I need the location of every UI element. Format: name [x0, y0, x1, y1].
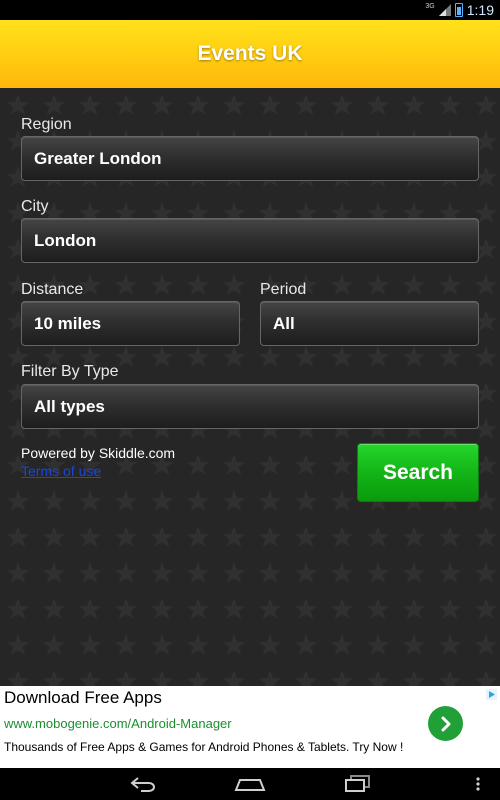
ad-banner[interactable]: Download Free Apps www.mobogenie.com/And…	[0, 686, 500, 768]
home-button[interactable]	[230, 772, 270, 796]
recents-button[interactable]	[337, 772, 377, 796]
period-select[interactable]: All	[260, 301, 479, 346]
chevron-right-icon	[441, 716, 450, 731]
terms-of-use-link[interactable]: Terms of use	[21, 463, 101, 479]
battery-icon	[454, 3, 463, 17]
region-select[interactable]: Greater London	[21, 136, 479, 181]
signal-icon	[438, 4, 451, 16]
status-time: 1:19	[466, 2, 494, 18]
period-value: All	[273, 313, 295, 333]
back-button[interactable]	[124, 772, 164, 796]
overflow-menu-button[interactable]	[458, 772, 498, 796]
period-label: Period	[260, 281, 307, 298]
ad-description: Thousands of Free Apps & Games for Andro…	[4, 740, 404, 754]
app-title: Events UK	[197, 42, 303, 65]
recents-icon	[345, 775, 370, 792]
filter-type-value: All types	[34, 396, 105, 416]
filter-type-select[interactable]: All types	[21, 384, 479, 429]
region-label: Region	[21, 116, 72, 133]
city-value: London	[34, 230, 97, 250]
city-select[interactable]: London	[21, 218, 479, 263]
overflow-menu-icon	[476, 777, 480, 791]
app-header: Events UK	[0, 20, 500, 88]
distance-label: Distance	[21, 281, 84, 298]
back-icon	[130, 777, 155, 792]
distance-select[interactable]: 10 miles	[21, 301, 240, 346]
filter-type-label: Filter By Type	[21, 363, 119, 380]
ad-choices-icon[interactable]	[486, 689, 497, 700]
system-nav-bar	[0, 768, 500, 800]
network-type-label: 3G	[425, 2, 435, 10]
home-icon	[234, 779, 266, 791]
powered-by-text: Powered by Skiddle.com	[21, 445, 176, 461]
distance-value: 10 miles	[34, 313, 102, 333]
status-icons: 3G 1:19	[425, 0, 494, 20]
city-label: City	[21, 198, 49, 215]
search-button[interactable]: Search	[357, 443, 479, 502]
ad-title[interactable]: Download Free Apps	[4, 688, 162, 708]
ad-go-button[interactable]	[428, 706, 463, 741]
search-form: Region Greater London City London Distan…	[0, 88, 500, 686]
status-bar: 3G 1:19	[0, 0, 500, 20]
region-value: Greater London	[34, 148, 162, 168]
ad-url[interactable]: www.mobogenie.com/Android-Manager	[4, 716, 232, 731]
